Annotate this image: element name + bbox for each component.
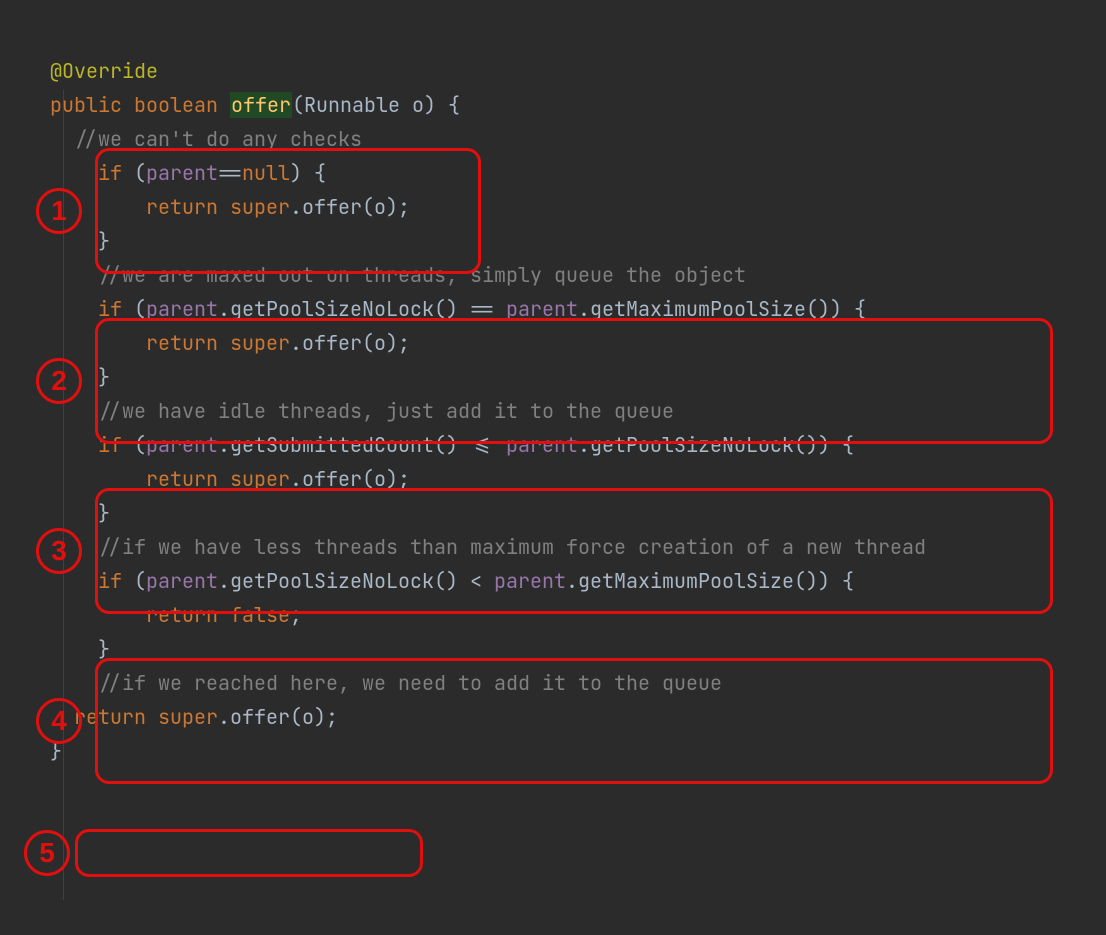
if1-tail: ) { xyxy=(290,160,326,186)
comment-5: //if we reached here, we need to add it … xyxy=(98,670,722,696)
p: ( xyxy=(122,296,146,322)
sp xyxy=(218,194,230,220)
call-offer5: .offer(o); xyxy=(218,704,338,730)
type-runnable: Runnable xyxy=(304,92,400,118)
kw-super3: super xyxy=(218,466,290,492)
call3b: .getPoolSizeNoLock()) { xyxy=(578,432,854,458)
sig-tail: ) { xyxy=(424,92,460,118)
kw-null: null xyxy=(242,160,290,186)
p: ( xyxy=(122,432,146,458)
kw-if4: if xyxy=(98,568,122,594)
semi: ; xyxy=(290,602,302,628)
field-parent4a: parent xyxy=(146,568,218,594)
brace-close-fn: } xyxy=(50,738,62,764)
comment-2: //we are maxed out on threads, simply qu… xyxy=(98,262,746,288)
call-offer2: .offer(o); xyxy=(290,330,410,356)
call-offer1: offer(o); xyxy=(302,194,410,220)
highlight-box-5 xyxy=(75,829,423,877)
kw-false: false xyxy=(218,602,290,628)
kw-boolean: boolean xyxy=(134,92,218,118)
call-offer3: .offer(o); xyxy=(290,466,410,492)
p: ( xyxy=(122,568,146,594)
kw-return4: return xyxy=(146,602,218,628)
p: ( xyxy=(122,160,146,186)
field-parent3a: parent xyxy=(146,432,218,458)
kw-return3: return xyxy=(146,466,218,492)
call2a: .getPoolSizeNoLock() == xyxy=(218,296,506,322)
comment-3: //we have idle threads, just add it to t… xyxy=(98,398,674,424)
call2b: .getMaximumPoolSize()) { xyxy=(578,296,866,322)
kw-public: public xyxy=(50,92,122,118)
field-parent1: parent xyxy=(146,160,218,186)
brace-close4: } xyxy=(98,636,110,662)
lparen: ( xyxy=(292,92,304,118)
kw-super5: super xyxy=(146,704,218,730)
kw-return5: return xyxy=(74,704,146,730)
kw-if3: if xyxy=(98,432,122,458)
field-parent2b: parent xyxy=(506,296,578,322)
kw-super1: super xyxy=(230,194,290,220)
op-eq: == xyxy=(218,160,242,186)
field-parent2a: parent xyxy=(146,296,218,322)
dot: . xyxy=(290,194,302,220)
kw-if2: if xyxy=(98,296,122,322)
code-block: @Override public boolean offer(Runnable … xyxy=(0,0,1106,768)
kw-super2: super xyxy=(218,330,290,356)
comment-4: //if we have less threads than maximum f… xyxy=(98,534,926,560)
field-parent4b: parent xyxy=(494,568,566,594)
brace-close3: } xyxy=(98,500,110,526)
brace-close1: } xyxy=(98,228,110,254)
call4a: .getPoolSizeNoLock() < xyxy=(218,568,494,594)
fn-offer: offer xyxy=(230,92,292,118)
kw-if1: if xyxy=(98,160,122,186)
comment-1: //we can't do any checks xyxy=(74,126,362,152)
call3a: .getSubmittedCount() <= xyxy=(218,432,506,458)
arg-o: o xyxy=(400,92,424,118)
circled-number-5: 5 xyxy=(24,830,70,876)
brace-close2: } xyxy=(98,364,110,390)
call4b: .getMaximumPoolSize()) { xyxy=(566,568,854,594)
kw-return1: return xyxy=(146,194,218,220)
annotation: @Override xyxy=(50,58,158,84)
field-parent3b: parent xyxy=(506,432,578,458)
kw-return2: return xyxy=(146,330,218,356)
